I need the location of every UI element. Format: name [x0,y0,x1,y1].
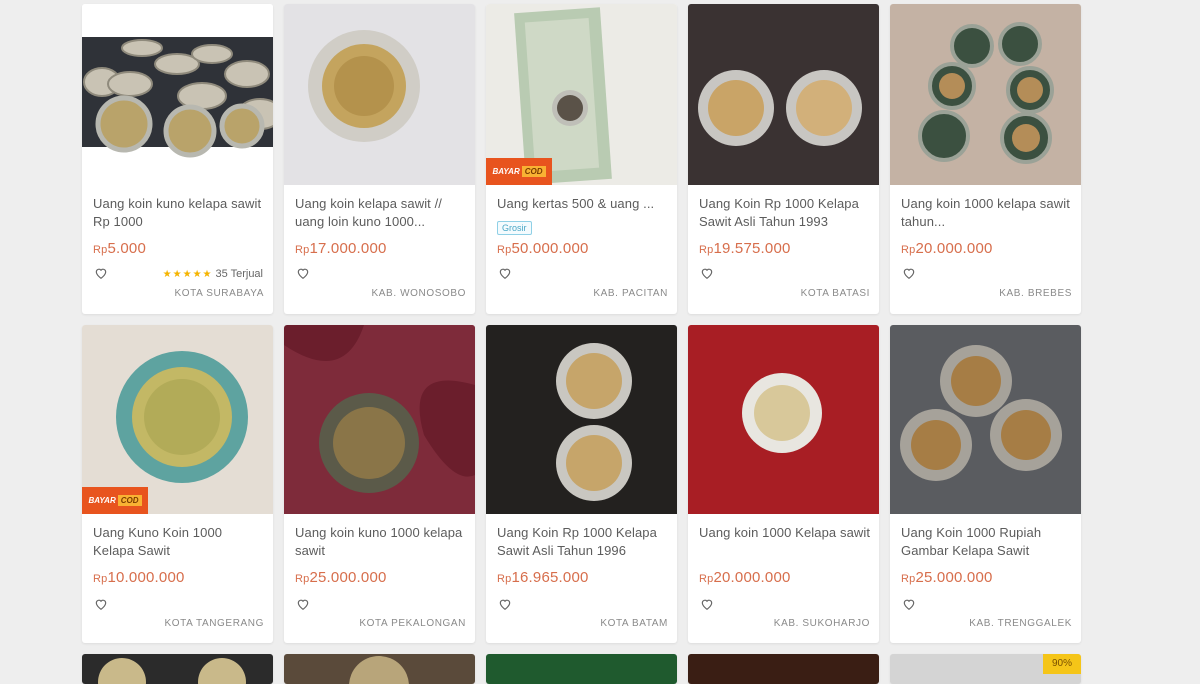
product-location: KAB. PACITAN [593,288,668,299]
product-image[interactable] [486,325,677,514]
product-price: Rp10.000.000 [93,569,185,586]
product-image[interactable] [284,325,475,514]
product-location: KOTA PEKALONGAN [359,618,466,629]
heart-icon[interactable] [296,597,310,611]
product-card[interactable]: 90% [890,654,1081,684]
star-icon: ★★★★★ [162,269,213,280]
product-card[interactable]: BAYAR COD Uang Kuno Koin 1000 Kelapa Sawi… [82,325,273,643]
product-image[interactable] [82,4,273,185]
cod-badge: BAYAR COD [82,487,148,514]
heart-icon[interactable] [700,597,714,611]
product-location: KOTA SURABAYA [174,288,264,299]
product-location: KOTA BATAM [600,618,668,629]
grosir-tag: Grosir [497,221,532,235]
product-card[interactable]: Uang koin 1000 kelapa sawit tahun... Rp2… [890,4,1081,314]
discount-badge: 90% [1043,654,1081,674]
product-title[interactable]: Uang Kuno Koin 1000 Kelapa Sawit [93,524,265,560]
product-card[interactable]: BAYAR COD Uang kertas 500 & uang ... Gros… [486,4,677,314]
product-card[interactable]: Uang Koin Rp 1000 Kelapa Sawit Asli Tahu… [486,325,677,643]
product-price: Rp25.000.000 [295,569,387,586]
product-image[interactable] [688,325,879,514]
product-card[interactable] [284,654,475,684]
rating: ★★★★★ 35 Terjual [162,268,263,280]
heart-icon[interactable] [94,597,108,611]
product-location: KOTA TANGERANG [164,618,264,629]
heart-icon[interactable] [498,597,512,611]
product-title[interactable]: Uang koin 1000 Kelapa sawit [699,524,871,542]
product-card[interactable]: Uang koin kuno kelapa sawit Rp 1000 Rp5.… [82,4,273,314]
product-title[interactable]: Uang koin kuno 1000 kelapa sawit [295,524,467,560]
product-title[interactable]: Uang Koin Rp 1000 Kelapa Sawit Asli Tahu… [497,524,669,560]
cod-badge: BAYAR COD [486,158,552,185]
product-image[interactable]: BAYAR COD [486,4,677,185]
product-image[interactable] [890,325,1081,514]
product-title[interactable]: Uang koin kuno kelapa sawit Rp 1000 [93,195,265,231]
product-card[interactable]: Uang Koin 1000 Rupiah Gambar Kelapa Sawi… [890,325,1081,643]
product-location: KAB. TRENGGALEK [969,618,1072,629]
product-card[interactable]: Uang Koin Rp 1000 Kelapa Sawit Asli Tahu… [688,4,879,314]
product-price: Rp16.965.000 [497,569,589,586]
product-price: Rp20.000.000 [699,569,791,586]
product-card[interactable]: Uang koin kuno 1000 kelapa sawit Rp25.00… [284,325,475,643]
heart-icon[interactable] [902,597,916,611]
product-title[interactable]: Uang kertas 500 & uang ... [497,195,669,213]
product-image[interactable] [890,4,1081,185]
product-image[interactable] [284,654,475,684]
product-image[interactable] [82,654,273,684]
product-card[interactable] [688,654,879,684]
product-grid: Uang koin kuno kelapa sawit Rp 1000 Rp5.… [82,0,1084,684]
heart-icon[interactable] [296,266,310,280]
product-card[interactable]: Uang koin kelapa sawit // uang loin kuno… [284,4,475,314]
product-title[interactable]: Uang Koin 1000 Rupiah Gambar Kelapa Sawi… [901,524,1073,560]
product-title[interactable]: Uang koin kelapa sawit // uang loin kuno… [295,195,467,231]
product-image[interactable]: BAYAR COD [82,325,273,514]
heart-icon[interactable] [902,266,916,280]
product-price: Rp19.575.000 [699,240,791,257]
product-location: KOTA BATASI [800,288,870,299]
product-title[interactable]: Uang Koin Rp 1000 Kelapa Sawit Asli Tahu… [699,195,871,231]
product-price: Rp50.000.000 [497,240,589,257]
product-price: Rp25.000.000 [901,569,993,586]
heart-icon[interactable] [498,266,512,280]
product-price: Rp17.000.000 [295,240,387,257]
product-location: KAB. BREBES [999,288,1072,299]
product-location: KAB. WONOSOBO [371,288,466,299]
product-image[interactable] [688,4,879,185]
heart-icon[interactable] [94,266,108,280]
product-card[interactable] [82,654,273,684]
product-location: KAB. SUKOHARJO [773,618,870,629]
product-image[interactable] [284,4,475,185]
product-title[interactable]: Uang koin 1000 kelapa sawit tahun... [901,195,1073,231]
product-card[interactable]: Uang koin 1000 Kelapa sawit Rp20.000.000… [688,325,879,643]
heart-icon[interactable] [700,266,714,280]
product-price: Rp5.000 [93,240,147,257]
product-card[interactable] [486,654,677,684]
product-price: Rp20.000.000 [901,240,993,257]
